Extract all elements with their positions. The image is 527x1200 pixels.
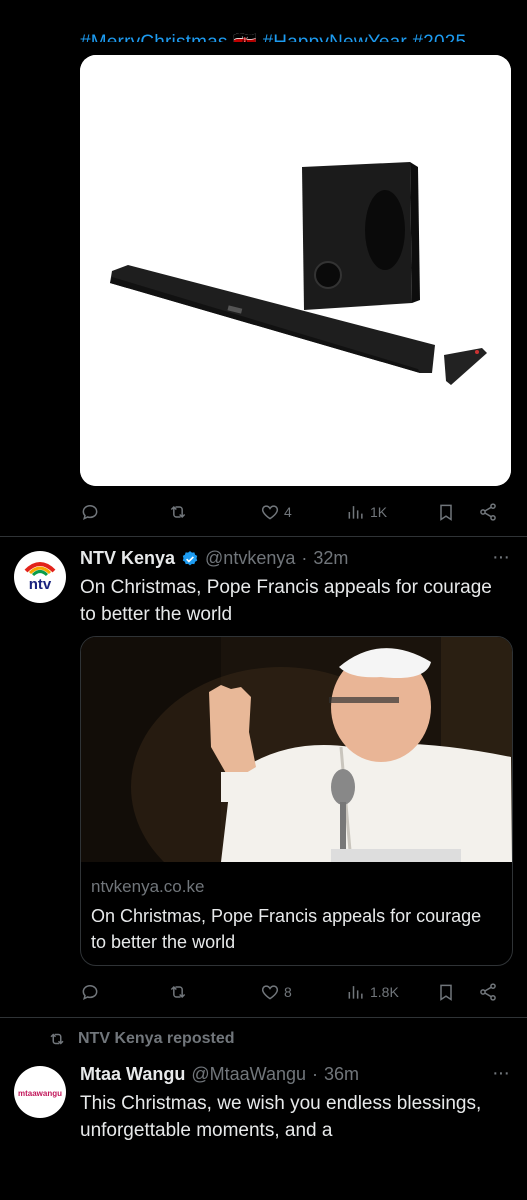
ntv-logo: ntv — [24, 562, 56, 593]
divider — [0, 1017, 527, 1018]
repost-button[interactable] — [168, 502, 192, 522]
repost-icon — [170, 985, 186, 999]
svg-text:ntv: ntv — [29, 576, 52, 593]
bookmark-button[interactable] — [436, 982, 456, 1002]
separator-dot: · — [301, 548, 308, 568]
share-button[interactable] — [478, 982, 498, 1002]
like-button[interactable]: 4 — [260, 502, 292, 522]
verified-badge-icon — [182, 550, 198, 565]
repost-icon — [170, 505, 186, 519]
views-button[interactable]: 1.8K — [346, 982, 399, 1002]
divider — [0, 536, 527, 537]
repost-label: NTV Kenya reposted — [78, 1030, 235, 1047]
heart-icon — [261, 985, 279, 1000]
more-options-icon[interactable]: ··· — [492, 546, 510, 569]
card-title: On Christmas, Pope Francis appeals for c… — [91, 906, 482, 952]
prev-tweet-media[interactable] — [80, 55, 511, 486]
repost-button[interactable] — [168, 982, 188, 1002]
share-icon — [480, 503, 496, 521]
avatar[interactable]: ntv — [14, 551, 66, 603]
bookmark-button[interactable] — [436, 502, 456, 522]
timestamp[interactable]: 36m — [324, 1064, 359, 1085]
tweet-text: This Christmas, we wish you endless bles… — [80, 1093, 482, 1141]
link-card[interactable]: ntvkenya.co.ke On Christmas, Pope Franci… — [80, 636, 513, 966]
views-icon — [348, 506, 363, 519]
author-name[interactable]: Mtaa Wangu — [80, 1064, 185, 1085]
heart-icon — [261, 505, 279, 520]
tweet-text: On Christmas, Pope Francis appeals for c… — [80, 577, 492, 625]
ntv-tweet-actions: 8 1.8K — [80, 977, 511, 1007]
author-handle[interactable]: @ntvkenya — [205, 548, 295, 569]
ntv-tweet-header: NTV Kenya @ntvkenya · 32m — [80, 548, 348, 569]
reply-icon — [82, 984, 98, 1001]
reply-icon — [82, 504, 98, 521]
views-button[interactable]: 1K — [346, 502, 387, 522]
author-name[interactable]: NTV Kenya — [80, 548, 175, 569]
avatar[interactable]: mtaawangu — [14, 1066, 66, 1118]
reply-button[interactable] — [80, 502, 104, 522]
views-icon — [348, 986, 363, 999]
reply-button[interactable] — [80, 982, 100, 1002]
more-options-icon[interactable]: ··· — [492, 1062, 510, 1085]
mtaa-tweet-header: Mtaa Wangu @MtaaWangu · 36m — [80, 1064, 359, 1085]
mtaawangu-logo: mtaawangu — [18, 1089, 62, 1098]
soundbar-image — [80, 55, 511, 486]
pope-image — [81, 637, 512, 862]
svg-text:mtaawangu: mtaawangu — [18, 1089, 62, 1098]
bookmark-icon — [440, 504, 452, 521]
share-icon — [480, 983, 496, 1001]
repost-icon — [50, 1033, 64, 1045]
card-domain: ntvkenya.co.ke — [91, 877, 205, 896]
share-button[interactable] — [478, 502, 498, 522]
separator-dot: · — [311, 1064, 318, 1084]
bookmark-icon — [440, 984, 452, 1001]
repost-indicator[interactable]: NTV Kenya reposted — [48, 1030, 234, 1048]
prev-tweet-actions: 4 1K — [80, 497, 511, 527]
hashtags-text[interactable]: #MerryChristmas 🇰🇪 #HappyNewYear #2025 — [80, 30, 466, 42]
author-handle[interactable]: @MtaaWangu — [191, 1064, 306, 1085]
like-button[interactable]: 8 — [260, 982, 292, 1002]
prev-tweet-hashtags[interactable]: #MerryChristmas 🇰🇪 #HappyNewYear #2025 — [80, 20, 520, 42]
timestamp[interactable]: 32m — [313, 548, 348, 569]
